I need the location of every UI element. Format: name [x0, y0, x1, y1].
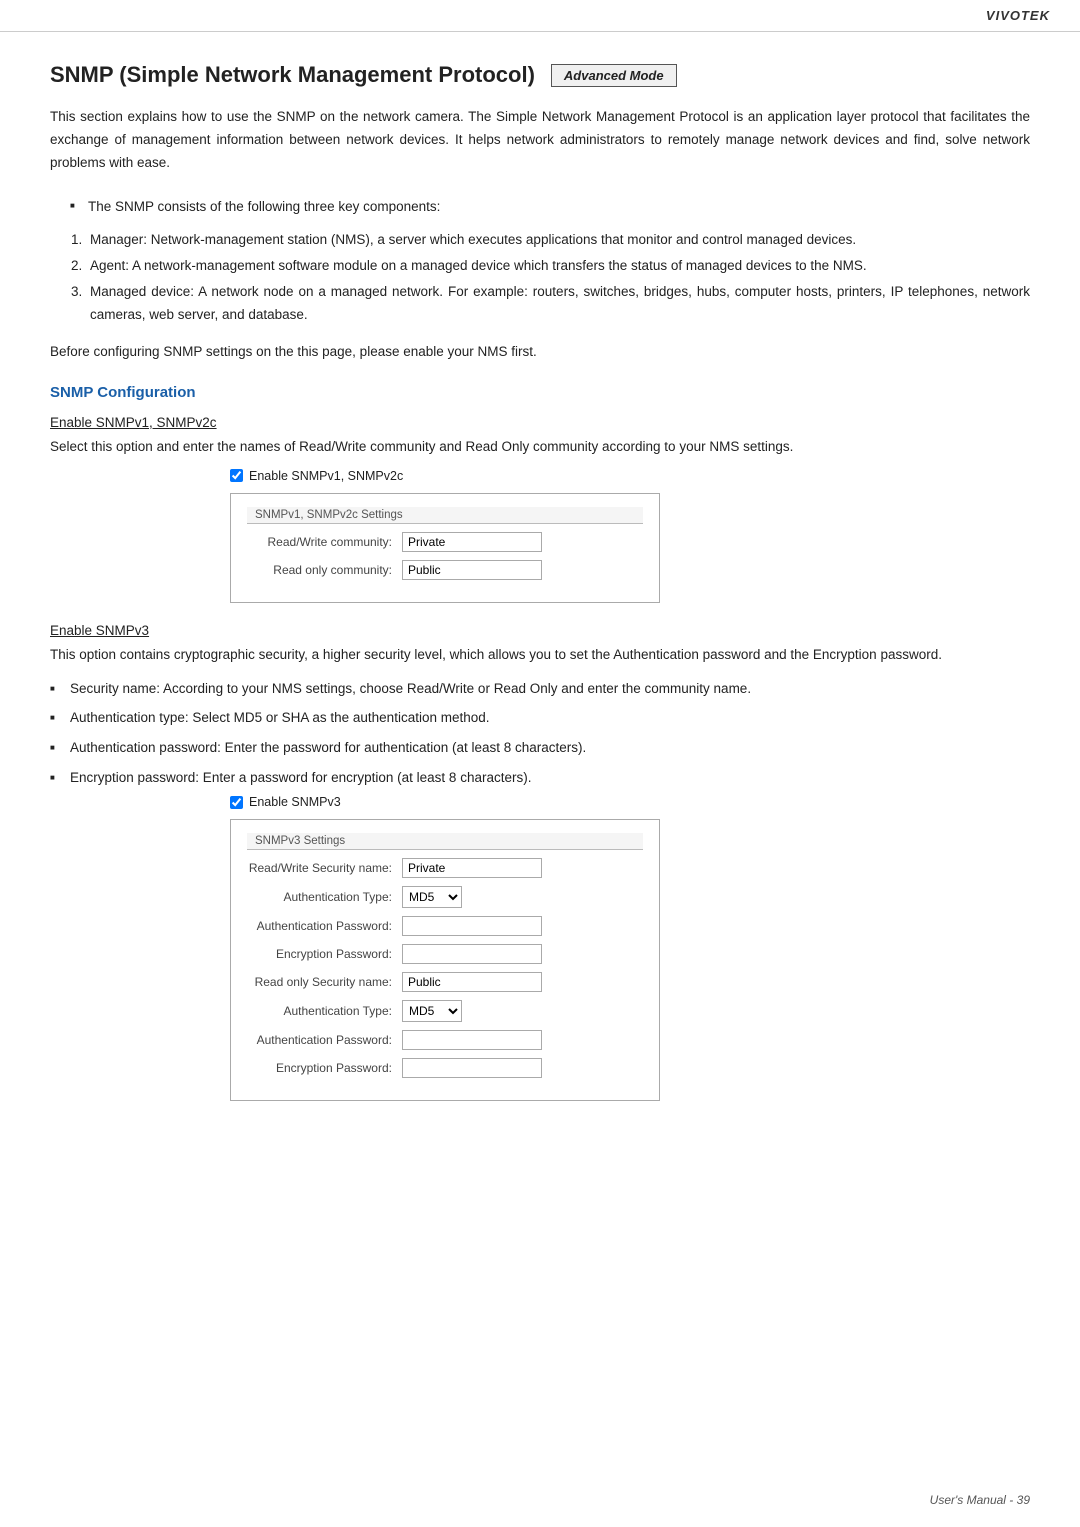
snmpv1-checkbox-row: Enable SNMPv1, SNMPv2c [230, 469, 1030, 483]
snmpv3-rw-authtype-select[interactable]: MD5 SHA [402, 886, 462, 908]
snmpv3-ro-authpwd-input[interactable] [402, 1030, 542, 1050]
snmpv3-rw-secname-label: Read/Write Security name: [247, 861, 402, 875]
snmpv3-rw-secname-row: Read/Write Security name: [247, 858, 643, 878]
snmpv3-bullet-0: Security name: According to your NMS set… [50, 677, 1030, 701]
snmpv3-ro-authpwd-row: Authentication Password: [247, 1030, 643, 1050]
snmpv3-legend: SNMPv3 Settings [247, 833, 643, 850]
snmpv3-rw-encpwd-input[interactable] [402, 944, 542, 964]
snmpv3-section: Enable SNMPv3 This option contains crypt… [50, 623, 1030, 1101]
snmpv3-rw-encpwd-label: Encryption Password: [247, 947, 402, 961]
snmp-bullet-intro: The SNMP consists of the following three… [70, 195, 1030, 219]
footer-page-number: User's Manual - 39 [930, 1493, 1030, 1507]
numbered-item-1: Manager: Network-management station (NMS… [86, 228, 1030, 252]
description-text: This section explains how to use the SNM… [50, 106, 1030, 175]
snmpv3-checkbox[interactable] [230, 796, 243, 809]
snmpv3-ro-authtype-select[interactable]: MD5 SHA [402, 1000, 462, 1022]
snmpv1-section: Enable SNMPv1, SNMPv2c Select this optio… [50, 415, 1030, 603]
snmpv3-checkbox-row: Enable SNMPv3 [230, 795, 1030, 809]
snmpv3-section-label: Enable SNMPv3 [50, 623, 1030, 638]
snmpv1-rw-community-row: Read/Write community: [247, 532, 643, 552]
content-area: SNMP (Simple Network Management Protocol… [0, 32, 1080, 1171]
snmpv1-checkbox[interactable] [230, 469, 243, 482]
snmpv3-ro-authpwd-label: Authentication Password: [247, 1033, 402, 1047]
snmpv3-bullet-list: Security name: According to your NMS set… [50, 677, 1030, 790]
snmpv3-rw-authtype-row: Authentication Type: MD5 SHA [247, 886, 643, 908]
before-config-note: Before configuring SNMP settings on the … [50, 341, 1030, 364]
brand-label: VIVOTEK [986, 8, 1050, 23]
snmpv1-form-box: SNMPv1, SNMPv2c Settings Read/Write comm… [230, 493, 660, 603]
numbered-item-2: Agent: A network-management software mod… [86, 254, 1030, 278]
snmpv3-desc: This option contains cryptographic secur… [50, 644, 1030, 667]
snmpv1-desc: Select this option and enter the names o… [50, 436, 1030, 459]
snmp-components-list: The SNMP consists of the following three… [70, 195, 1030, 219]
snmpv3-rw-authpwd-label: Authentication Password: [247, 919, 402, 933]
numbered-item-3: Managed device: A network node on a mana… [86, 280, 1030, 327]
snmpv1-rw-input[interactable] [402, 532, 542, 552]
snmpv3-ro-authtype-row: Authentication Type: MD5 SHA [247, 1000, 643, 1022]
page-title: SNMP (Simple Network Management Protocol… [50, 62, 535, 88]
snmpv3-rw-authpwd-row: Authentication Password: [247, 916, 643, 936]
snmpv1-ro-community-row: Read only community: [247, 560, 643, 580]
snmpv3-ro-encpwd-row: Encryption Password: [247, 1058, 643, 1078]
snmpv3-rw-authpwd-input[interactable] [402, 916, 542, 936]
snmpv3-bullet-3: Encryption password: Enter a password fo… [50, 766, 1030, 790]
snmp-config-section-title: SNMP Configuration [50, 384, 1030, 401]
page-title-row: SNMP (Simple Network Management Protocol… [50, 62, 1030, 88]
snmpv3-bullet-2: Authentication password: Enter the passw… [50, 736, 1030, 760]
advanced-mode-button[interactable]: Advanced Mode [551, 64, 677, 87]
snmpv3-ro-secname-input[interactable] [402, 972, 542, 992]
snmpv1-section-label: Enable SNMPv1, SNMPv2c [50, 415, 1030, 430]
top-bar: VIVOTEK [0, 0, 1080, 32]
snmpv3-ro-secname-label: Read only Security name: [247, 975, 402, 989]
snmpv1-ro-input[interactable] [402, 560, 542, 580]
snmpv3-ro-authtype-label: Authentication Type: [247, 1004, 402, 1018]
snmpv3-rw-authtype-label: Authentication Type: [247, 890, 402, 904]
snmpv1-ro-label: Read only community: [247, 563, 402, 577]
snmpv3-ro-encpwd-input[interactable] [402, 1058, 542, 1078]
snmp-numbered-list: Manager: Network-management station (NMS… [86, 228, 1030, 327]
snmpv3-bullet-1: Authentication type: Select MD5 or SHA a… [50, 706, 1030, 730]
snmpv1-rw-label: Read/Write community: [247, 535, 402, 549]
snmpv3-form-box: SNMPv3 Settings Read/Write Security name… [230, 819, 660, 1101]
snmpv1-legend: SNMPv1, SNMPv2c Settings [247, 507, 643, 524]
snmpv3-ro-encpwd-label: Encryption Password: [247, 1061, 402, 1075]
snmpv1-checkbox-label: Enable SNMPv1, SNMPv2c [249, 469, 403, 483]
page-wrapper: VIVOTEK SNMP (Simple Network Management … [0, 0, 1080, 1527]
snmpv3-checkbox-label: Enable SNMPv3 [249, 795, 341, 809]
snmpv3-rw-encpwd-row: Encryption Password: [247, 944, 643, 964]
snmpv3-ro-secname-row: Read only Security name: [247, 972, 643, 992]
snmpv3-rw-secname-input[interactable] [402, 858, 542, 878]
